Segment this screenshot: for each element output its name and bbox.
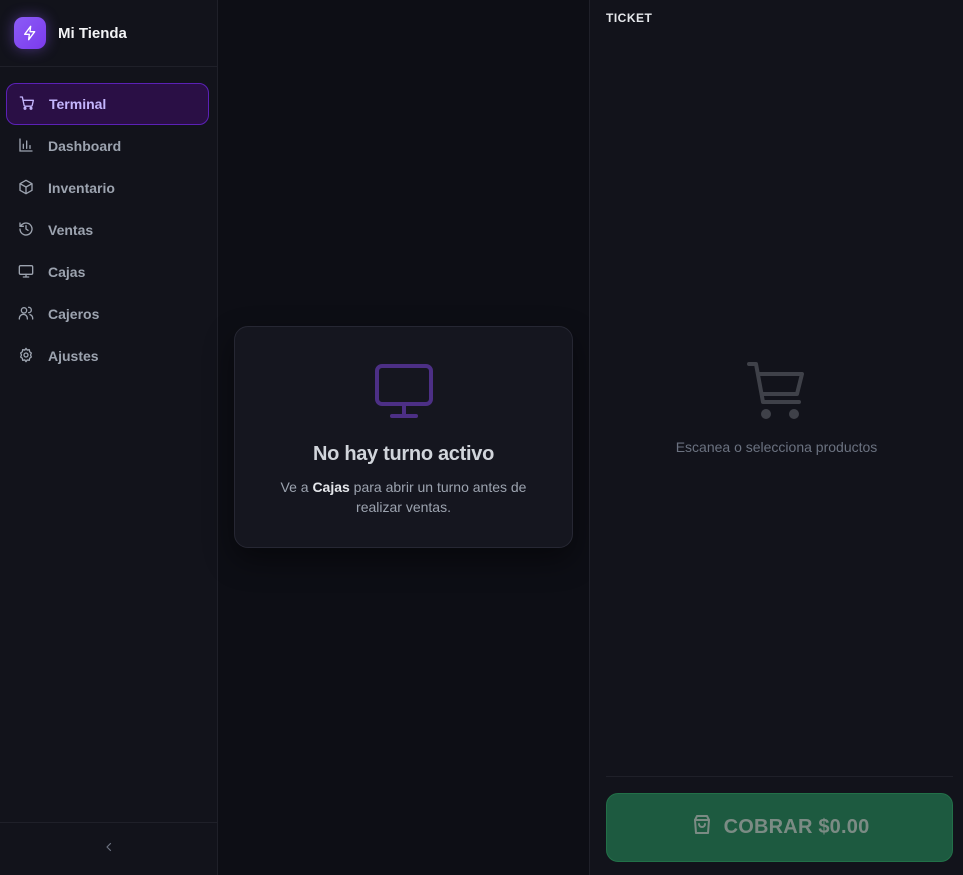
empty-state-title: No hay turno activo: [313, 443, 494, 465]
brand: Mi Tienda: [0, 0, 217, 67]
desc-prefix: Ve a: [280, 479, 313, 495]
shopping-bag-icon: [690, 813, 714, 842]
sidebar-item-label: Dashboard: [48, 138, 122, 154]
charge-button-label: COBRAR $0.00: [723, 816, 870, 838]
sidebar-item-ajustes[interactable]: Ajustes: [6, 335, 209, 377]
sidebar-item-dashboard[interactable]: Dashboard: [6, 125, 209, 167]
sidebar-item-inventario[interactable]: Inventario: [6, 167, 209, 209]
monitor-icon: [18, 263, 34, 282]
sidebar-item-cajeros[interactable]: Cajeros: [6, 293, 209, 335]
sidebar: Mi Tienda Terminal Dashboard Inventario …: [0, 0, 218, 875]
empty-state-description: Ve a Cajas para abrir un turno antes de …: [265, 477, 542, 517]
sidebar-item-label: Ventas: [48, 222, 94, 238]
main-panel: No hay turno activo Ve a Cajas para abri…: [218, 0, 589, 875]
ticket-empty-state: Escanea o selecciona productos: [590, 360, 963, 455]
sidebar-item-label: Terminal: [49, 96, 107, 112]
ticket-divider: [606, 776, 953, 777]
chevron-left-icon: [103, 840, 115, 858]
lightning-icon: [14, 17, 46, 49]
ticket-panel: TICKET Escanea o selecciona productos CO…: [589, 0, 963, 875]
sidebar-footer: [0, 822, 217, 875]
gear-icon: [18, 347, 34, 366]
cart-icon: [746, 360, 808, 425]
sidebar-item-label: Ajustes: [48, 348, 99, 364]
sidebar-item-label: Inventario: [48, 180, 115, 196]
ticket-title: TICKET: [606, 11, 653, 25]
ticket-empty-text: Escanea o selecciona productos: [675, 439, 878, 455]
sidebar-nav: Terminal Dashboard Inventario Ventas Caj…: [0, 67, 217, 377]
sidebar-item-terminal[interactable]: Terminal: [6, 83, 209, 125]
collapse-sidebar-button[interactable]: [95, 835, 123, 863]
bar-chart-icon: [18, 137, 34, 156]
sidebar-item-label: Cajeros: [48, 306, 100, 322]
history-icon: [18, 221, 34, 240]
users-icon: [18, 305, 34, 324]
sidebar-item-cajas[interactable]: Cajas: [6, 251, 209, 293]
sidebar-item-ventas[interactable]: Ventas: [6, 209, 209, 251]
cart-icon: [19, 95, 35, 114]
desc-suffix: para abrir un turno antes de realizar ve…: [349, 479, 527, 515]
monitor-icon: [374, 363, 434, 424]
cajas-link: Cajas: [312, 479, 350, 495]
sidebar-item-label: Cajas: [48, 264, 86, 280]
app-name: Mi Tienda: [58, 24, 127, 42]
box-icon: [18, 179, 34, 198]
charge-button[interactable]: COBRAR $0.00: [606, 793, 953, 862]
no-shift-card: No hay turno activo Ve a Cajas para abri…: [234, 326, 573, 548]
